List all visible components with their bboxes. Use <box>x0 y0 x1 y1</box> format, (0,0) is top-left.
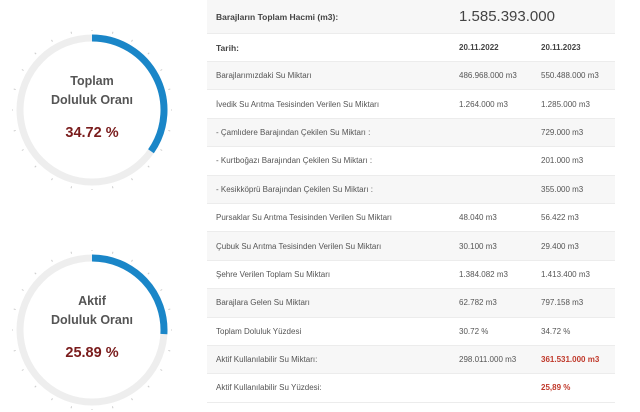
row-label: Barajlara Gelen Su Miktarı <box>216 298 310 308</box>
value-2022: 298.011.000 m3 <box>459 355 517 365</box>
gauge-tick <box>70 31 73 34</box>
value-2023: 25,89 % <box>541 383 571 393</box>
value-2023: 1.413.400 m3 <box>541 269 590 279</box>
value-2022: 1.384.082 m3 <box>459 269 508 279</box>
table-row: Aktif Kullanılabilir Su Yüzdesi: 25,89 % <box>207 374 615 403</box>
row-label: Pursaklar Su Arıtma Tesisinden Verilen S… <box>216 213 392 223</box>
gauge-tick <box>51 398 53 401</box>
gauge-tick <box>51 39 53 42</box>
table-row: Pursaklar Su Arıtma Tesisinden Verilen S… <box>207 204 615 233</box>
gauge-tick <box>147 165 150 168</box>
value-2023: 29.400 m3 <box>541 241 579 251</box>
gauges-panel: Toplam Doluluk Oranı 34.72 % Aktif Dolul… <box>0 0 205 412</box>
row-label: - Kesikköprü Barajından Çekilen Su Mikta… <box>216 184 373 194</box>
value-2023: 34.72 % <box>541 326 571 336</box>
gauge-tick <box>160 369 163 371</box>
gauge-tick <box>131 398 133 401</box>
row-label: Barajlarımızdaki Su Miktarı <box>216 71 312 81</box>
row-label: İvedik Su Arıtma Tesisinden Verilen Su M… <box>216 99 380 109</box>
row-label: Aktif Kullanılabilir Su Yüzdesi: <box>216 383 322 393</box>
gauge-tick <box>147 272 150 275</box>
gauge-tick <box>147 385 150 388</box>
value-2023: 56.422 m3 <box>541 213 579 223</box>
row-label: Şehre Verilen Toplam Su Miktarı <box>216 269 331 279</box>
gauge-tick <box>111 251 114 254</box>
gauge-tick <box>34 272 37 275</box>
gauge-tick <box>111 31 114 34</box>
table-row: - Kesikköprü Barajından Çekilen Su Mikta… <box>207 175 615 204</box>
gauge-tick <box>51 259 53 262</box>
gauge-tick <box>160 289 163 291</box>
gauge-tick <box>21 289 24 291</box>
total-volume-label: Barajların Toplam Hacmi (m3): <box>216 11 339 22</box>
gauge-tick <box>34 52 37 55</box>
gauge-value: 25.89 % <box>65 345 119 361</box>
date-column-2022: 20.11.2022 <box>459 43 499 52</box>
total-fill-gauge: Toplam Doluluk Oranı 34.72 % <box>12 30 172 190</box>
gauge-label: Aktif Doluluk Oranı <box>51 294 133 327</box>
gauge-tick <box>70 186 73 189</box>
gauge-tick <box>160 149 163 151</box>
row-label: Çubuk Su Arıtma Tesisinden Verilen Su Mi… <box>216 241 382 251</box>
gauge-label: Toplam Doluluk Oranı <box>51 74 133 107</box>
gauge-tick <box>131 178 133 181</box>
table-row: Çubuk Su Arıtma Tesisinden Verilen Su Mi… <box>207 232 615 261</box>
table-row: Aktif Kullanılabilir Su Miktarı: 298.011.… <box>207 345 615 375</box>
date-header-row: Tarih: 20.11.2022 20.11.2023 <box>207 34 615 62</box>
row-label: - Çamlıdere Barajından Çekilen Su Miktar… <box>216 127 371 137</box>
value-2023: 729.000 m3 <box>541 127 584 137</box>
gauge-tick <box>131 39 133 42</box>
value-2022: 62.782 m3 <box>459 298 497 308</box>
value-2022: 30.72 % <box>459 326 489 336</box>
date-label: Tarih: <box>216 42 239 53</box>
gauge-tick <box>21 149 24 151</box>
value-2022: 486.968.000 m3 <box>459 71 517 81</box>
table-row: - Çamlıdere Barajından Çekilen Su Miktar… <box>207 118 615 148</box>
table-row: Barajlarımızdaki Su Miktarı 486.968.000 m… <box>207 62 615 91</box>
active-fill-gauge: Aktif Doluluk Oranı 25.89 % <box>12 250 172 410</box>
gauge-tick <box>51 178 53 181</box>
value-2023: 550.488.000 m3 <box>541 71 599 81</box>
gauge-ring <box>12 250 172 410</box>
table-row: Toplam Doluluk Yüzdesi 30.72 % 34.72 % <box>207 318 615 346</box>
gauge-tick <box>111 186 114 189</box>
total-volume-row: Barajların Toplam Hacmi (m3): 1.585.393.… <box>207 0 615 34</box>
row-label: Toplam Doluluk Yüzdesi <box>216 326 302 336</box>
gauge-tick <box>111 406 114 409</box>
gauge-tick <box>21 69 24 71</box>
table-row: Barajlara Gelen Su Miktarı 62.782 m3 797.1… <box>207 289 615 318</box>
value-2023: 201.000 m3 <box>541 156 584 166</box>
row-label: Aktif Kullanılabilir Su Miktarı: <box>216 355 318 365</box>
gauge-tick <box>34 385 37 388</box>
row-label: - Kurtboğazı Barajından Çekilen Su Mikta… <box>216 156 373 166</box>
gauge-tick <box>147 52 150 55</box>
dam-statistics-table: Barajların Toplam Hacmi (m3): 1.585.393.… <box>207 0 615 403</box>
value-2023: 1.285.000 m3 <box>541 99 590 109</box>
gauge-tick <box>70 251 73 254</box>
table-body: Barajlarımızdaki Su Miktarı 486.968.000 m… <box>207 62 615 403</box>
total-volume-value: 1.585.393.000 <box>459 8 555 25</box>
gauge-ring <box>12 30 172 190</box>
gauge-tick <box>70 406 73 409</box>
date-column-2023: 20.11.2023 <box>541 43 581 52</box>
gauge-tick <box>34 165 37 168</box>
value-2023: 797.158 m3 <box>541 298 584 308</box>
value-2022: 48.040 m3 <box>459 213 497 223</box>
gauge-tick <box>21 369 24 371</box>
table-row: - Kurtboğazı Barajından Çekilen Su Mikta… <box>207 147 615 176</box>
gauge-tick <box>131 259 133 262</box>
table-row: İvedik Su Arıtma Tesisinden Verilen Su M… <box>207 90 615 119</box>
value-2022: 1.264.000 m3 <box>459 99 508 109</box>
value-2023: 355.000 m3 <box>541 184 584 194</box>
value-2022: 30.100 m3 <box>459 241 497 251</box>
gauge-value: 34.72 % <box>65 125 119 141</box>
table-row: Şehre Verilen Toplam Su Miktarı 1.384.082… <box>207 261 615 290</box>
gauge-tick <box>160 69 163 71</box>
value-2023: 361.531.000 m3 <box>541 355 600 365</box>
